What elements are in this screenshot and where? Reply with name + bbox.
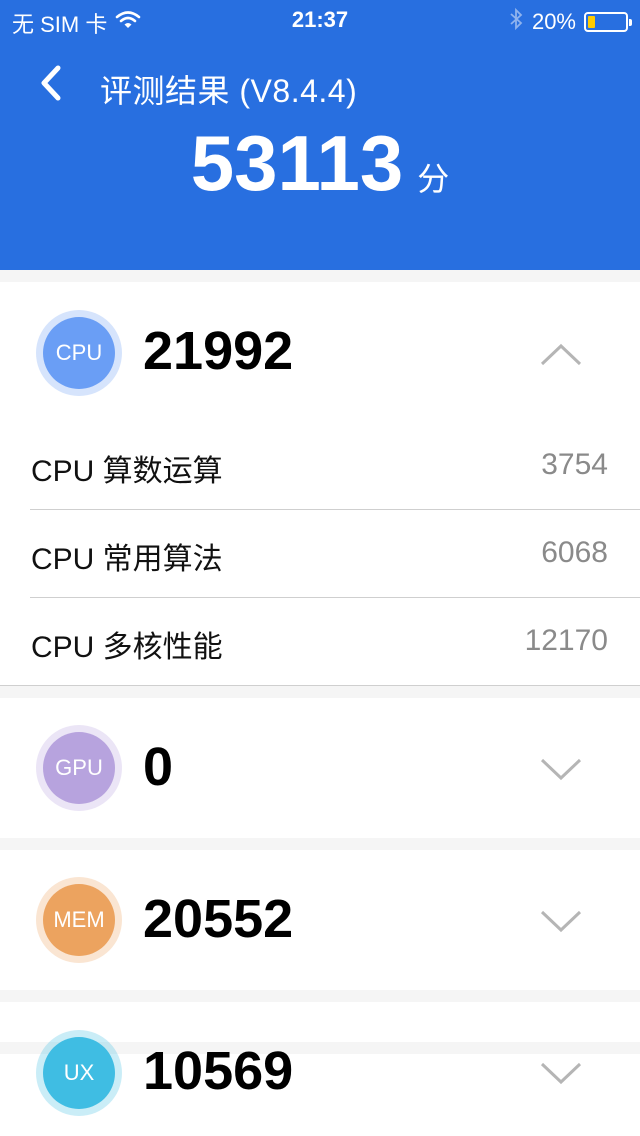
bluetooth-icon	[508, 7, 524, 37]
chevron-up-icon[interactable]	[540, 342, 582, 366]
ux-score: 10569	[143, 1041, 294, 1101]
section-gap	[0, 990, 640, 1002]
header: 无 SIM 卡 21:37 20% 评测结果 (V8.4.4) 53113 分	[0, 0, 640, 270]
section-gap	[0, 838, 640, 850]
subscore-label: CPU 常用算法	[31, 543, 223, 576]
section-gap	[0, 270, 640, 282]
gpu-score: 0	[143, 737, 174, 797]
section-mem[interactable]: MEM 20552	[0, 850, 640, 990]
total-score-unit: 分	[417, 161, 450, 197]
subscore-value: 6068	[541, 536, 608, 569]
ux-badge: UX	[36, 1030, 122, 1116]
section-gap	[0, 686, 640, 698]
chevron-down-icon[interactable]	[540, 758, 582, 782]
total-score-value: 53113	[190, 119, 404, 207]
cpu-subscore-row: CPU 算数运算 3754	[0, 422, 640, 510]
subscore-value: 3754	[541, 448, 608, 481]
gpu-badge-label: GPU	[43, 732, 115, 804]
section-cpu[interactable]: CPU 21992	[0, 282, 640, 422]
back-button[interactable]	[36, 64, 66, 102]
mem-badge: MEM	[36, 877, 122, 963]
cpu-score: 21992	[143, 321, 294, 381]
mem-score: 20552	[143, 889, 294, 949]
section-gpu[interactable]: GPU 0	[0, 698, 640, 838]
subscore-value: 12170	[524, 624, 608, 657]
ux-badge-label: UX	[43, 1037, 115, 1109]
battery-level	[588, 16, 596, 28]
total-score: 53113 分	[0, 118, 640, 209]
nav-bar: 评测结果 (V8.4.4)	[0, 58, 640, 109]
chevron-left-icon	[36, 65, 66, 106]
chevron-down-icon[interactable]	[540, 910, 582, 934]
cpu-badge-label: CPU	[43, 317, 115, 389]
chevron-down-icon[interactable]	[540, 1062, 582, 1086]
mem-badge-label: MEM	[43, 884, 115, 956]
cpu-subscore-row: CPU 常用算法 6068	[0, 510, 640, 598]
gpu-badge: GPU	[36, 725, 122, 811]
subscore-label: CPU 多核性能	[31, 631, 223, 664]
cpu-badge: CPU	[36, 310, 122, 396]
battery-icon	[584, 12, 632, 32]
section-ux[interactable]: UX 10569	[0, 1002, 640, 1136]
cpu-subscore-row: CPU 多核性能 12170	[0, 598, 640, 686]
page-title: 评测结果 (V8.4.4)	[100, 73, 358, 109]
battery-percent: 20%	[531, 9, 576, 34]
subscore-label: CPU 算数运算	[31, 455, 223, 488]
status-bar: 无 SIM 卡 21:37 20%	[0, 0, 640, 40]
